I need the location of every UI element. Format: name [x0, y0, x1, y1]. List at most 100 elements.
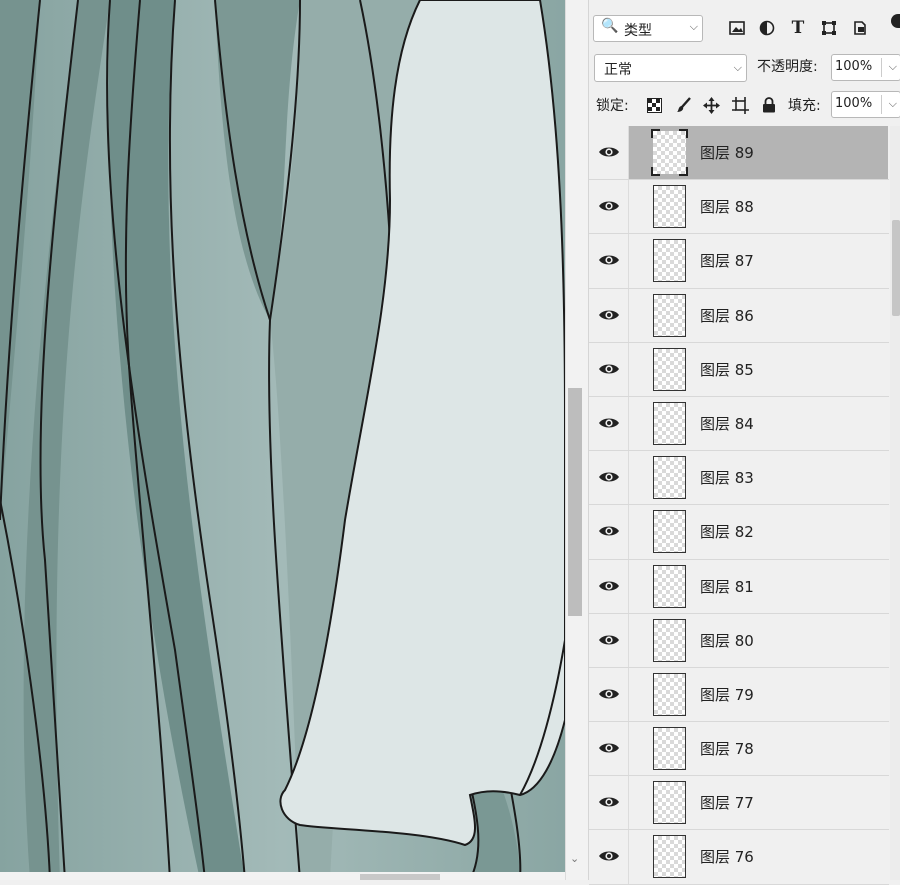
layer-name[interactable]: 图层 78	[700, 738, 754, 759]
lock-row: 锁定: 填充: 100% ⌵	[589, 90, 900, 120]
chevron-down-icon[interactable]: ⌵	[889, 60, 897, 74]
visibility-eye-icon[interactable]	[598, 307, 620, 323]
layer-row[interactable]: 图层 87	[589, 234, 889, 289]
layer-name[interactable]: 图层 87	[700, 250, 754, 271]
lock-label: 锁定:	[596, 98, 629, 114]
layer-row[interactable]: 图层 77	[589, 776, 889, 831]
layer-row-selected[interactable]: 图层 89	[589, 126, 889, 181]
visibility-eye-icon[interactable]	[598, 578, 620, 594]
layer-name[interactable]: 图层 83	[700, 467, 754, 488]
visibility-eye-icon[interactable]	[598, 144, 620, 160]
layer-thumbnail[interactable]	[653, 347, 686, 391]
layer-name[interactable]: 图层 80	[700, 630, 754, 651]
artwork-illustration	[0, 0, 565, 880]
visibility-eye-icon[interactable]	[598, 794, 620, 810]
lock-position-icon[interactable]	[701, 95, 721, 115]
layer-row[interactable]: 图层 88	[589, 180, 889, 235]
opacity-label: 不透明度:	[757, 59, 818, 75]
lock-transparent-pixels-icon[interactable]	[644, 95, 664, 115]
visibility-eye-icon[interactable]	[598, 523, 620, 539]
opacity-field[interactable]: 100% ⌵	[831, 54, 900, 81]
visibility-eye-icon[interactable]	[598, 848, 620, 864]
selection-corner-marker	[651, 167, 660, 176]
canvas-vertical-scroll-thumb[interactable]	[568, 388, 582, 616]
visibility-eye-icon[interactable]	[598, 686, 620, 702]
visibility-eye-icon[interactable]	[598, 198, 620, 214]
image-icon[interactable]	[726, 17, 748, 39]
layer-thumbnail[interactable]	[653, 835, 686, 879]
layer-row[interactable]: 图层 76	[589, 830, 889, 885]
selection-corner-marker	[679, 129, 688, 138]
filter-toggle-switch[interactable]	[891, 14, 900, 28]
chevron-down-icon[interactable]: ⌵	[889, 97, 897, 111]
blend-mode-value: 正常	[604, 62, 632, 78]
lock-artboard-icon[interactable]	[730, 95, 750, 115]
layer-thumbnail[interactable]	[653, 185, 686, 229]
layer-thumbnail[interactable]	[653, 293, 686, 337]
layer-thumbnail[interactable]	[653, 727, 686, 771]
layer-row[interactable]: 图层 83	[589, 451, 889, 506]
canvas-horizontal-scrollbar[interactable]	[0, 872, 565, 880]
chevron-down-icon: ⌵	[733, 61, 742, 74]
layer-row[interactable]: 图层 82	[589, 505, 889, 560]
fill-value: 100%	[835, 96, 873, 111]
layer-name[interactable]: 图层 85	[700, 359, 754, 380]
layer-name[interactable]: 图层 79	[700, 684, 754, 705]
selection-corner-marker	[679, 167, 688, 176]
layer-row[interactable]: 图层 78	[589, 722, 889, 777]
layer-thumbnail[interactable]	[653, 510, 686, 554]
layer-name[interactable]: 图层 88	[700, 196, 754, 217]
canvas-vertical-scrollbar[interactable]: ⌄	[565, 0, 588, 880]
visibility-eye-icon[interactable]	[598, 740, 620, 756]
scroll-down-arrow-icon[interactable]: ⌄	[570, 852, 579, 865]
layer-row[interactable]: 图层 84	[589, 396, 889, 452]
chevron-down-icon: ⌵	[689, 20, 698, 33]
layer-thumbnail[interactable]	[653, 564, 686, 608]
layer-thumbnail[interactable]	[653, 618, 686, 662]
smart-object-icon[interactable]	[849, 17, 871, 39]
layer-name[interactable]: 图层 86	[700, 305, 754, 326]
layer-thumbnail[interactable]	[653, 781, 686, 825]
layer-thumbnail[interactable]	[653, 401, 686, 445]
layer-row[interactable]: 图层 79	[589, 667, 889, 723]
document-canvas[interactable]	[0, 0, 565, 880]
visibility-eye-icon[interactable]	[598, 252, 620, 268]
layer-name[interactable]: 图层 77	[700, 792, 754, 813]
layer-name[interactable]: 图层 89	[700, 142, 754, 163]
layer-filter-select[interactable]: 🔍 类型 ⌵	[593, 15, 703, 42]
blend-row: 正常 ⌵ 不透明度: 100% ⌵	[589, 52, 900, 86]
layers-scrollbar[interactable]	[890, 126, 900, 880]
layer-name[interactable]: 图层 84	[700, 413, 754, 434]
layer-row[interactable]: 图层 86	[589, 288, 889, 343]
layers-panel: 🔍 类型 ⌵ T 正常 ⌵ 不透明度: 100% ⌵ 锁定: 填充: 100% …	[588, 0, 900, 885]
visibility-eye-icon[interactable]	[598, 415, 620, 431]
layer-row[interactable]: 图层 85	[589, 342, 889, 397]
filter-type-label: 类型	[624, 23, 652, 39]
canvas-horizontal-scroll-thumb[interactable]	[360, 874, 440, 880]
opacity-value: 100%	[835, 59, 873, 74]
lock-image-pixels-icon[interactable]	[674, 95, 694, 115]
layer-thumbnail[interactable]	[651, 129, 688, 176]
blend-mode-select[interactable]: 正常 ⌵	[594, 54, 747, 82]
layers-list: 图层 89 图层 88 图层 87 图层 86 图层 85 图层 84 图层 8…	[589, 126, 889, 885]
fill-field[interactable]: 100% ⌵	[831, 91, 900, 118]
visibility-eye-icon[interactable]	[598, 361, 620, 377]
selection-corner-marker	[651, 129, 660, 138]
layers-scroll-thumb[interactable]	[892, 220, 900, 316]
layer-row[interactable]: 图层 80	[589, 613, 889, 668]
layer-name[interactable]: 图层 76	[700, 846, 754, 867]
fill-label: 填充:	[788, 98, 821, 114]
layer-thumbnail[interactable]	[653, 239, 686, 283]
adjustment-icon[interactable]	[756, 17, 778, 39]
layer-thumbnail[interactable]	[653, 672, 686, 716]
layer-name[interactable]: 图层 82	[700, 521, 754, 542]
type-icon[interactable]: T	[787, 17, 809, 39]
lock-all-icon[interactable]	[759, 95, 779, 115]
layer-row[interactable]: 图层 81	[589, 559, 889, 614]
layer-thumbnail[interactable]	[653, 456, 686, 500]
layer-name[interactable]: 图层 81	[700, 576, 754, 597]
shape-icon[interactable]	[818, 17, 840, 39]
filter-row: 🔍 类型 ⌵ T	[589, 0, 900, 50]
visibility-eye-icon[interactable]	[598, 469, 620, 485]
visibility-eye-icon[interactable]	[598, 632, 620, 648]
